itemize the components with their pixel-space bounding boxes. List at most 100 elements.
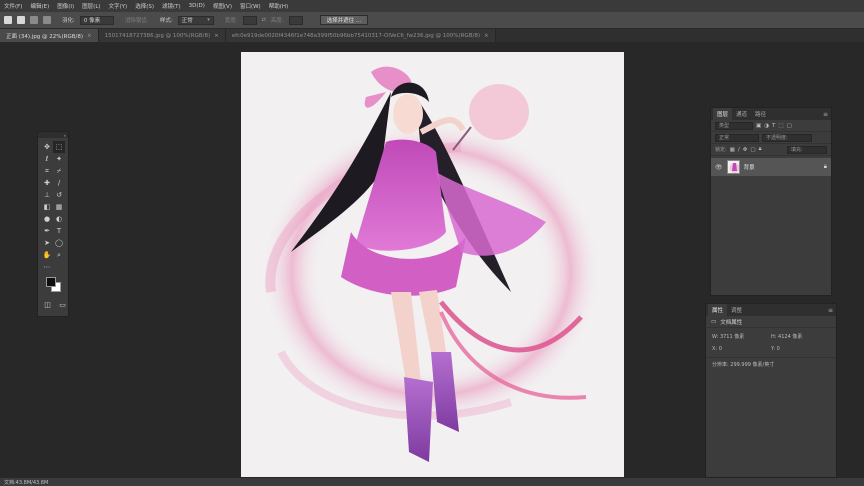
lock-all-icon[interactable]: 🔒︎ [759,146,762,153]
tools-panel: « ✥ ⬚ ℓ ✦ ⌗ ⌿ ✚ ∕ ⊥ ↺ ◧ ▦ ● ◐ ✒ T ➤ ◯ ✋ … [37,131,69,317]
hand-icon[interactable]: ✋ [41,249,53,261]
subtract-selection-icon[interactable] [30,16,38,24]
menu-view[interactable]: 视图(V) [213,2,232,10]
intersect-selection-icon[interactable] [43,16,51,24]
tab-channels[interactable]: 通道 [732,108,751,120]
blend-mode-select[interactable]: 正常 [715,133,759,142]
kind-filter-select[interactable]: 类型 [715,121,753,130]
document-canvas[interactable] [241,52,624,477]
swap-icon[interactable]: ⇄ [262,17,266,23]
chevron-down-icon: ▾ [207,17,210,23]
layer-row-background[interactable]: 👁︎ 背景 🔒︎ [711,158,831,176]
menu-filter[interactable]: 滤镜(T) [162,2,181,10]
shape-icon[interactable]: ◯ [53,237,65,249]
antialias-checkbox[interactable]: 消除锯齿 [125,16,147,24]
select-and-mask-button[interactable]: 选择并遮住 ... [319,15,369,25]
tab-properties[interactable]: 属性 [708,304,728,316]
brush-icon[interactable]: ∕ [53,177,65,189]
layer-filter-row: 类型 ▣ ◑ T ⬚ ▢ [711,120,831,132]
eraser-icon[interactable]: ◧ [41,201,53,213]
menu-help[interactable]: 帮助(H) [269,2,288,10]
x-label: X: [712,346,718,352]
feather-input[interactable]: 0 像素 [79,15,114,25]
tab-adjustments[interactable]: 调整 [727,304,746,316]
document-dimensions: W: 3711 像素 H: 4124 像素 X: 0 Y: 0 [706,328,836,357]
x-value[interactable]: 0 [719,346,722,352]
close-icon[interactable]: × [87,33,92,39]
filter-smart-icon[interactable]: ▢ [787,123,792,129]
blur-icon[interactable]: ● [41,213,53,225]
lock-paint-icon[interactable]: ∕ [738,147,740,153]
gradient-icon[interactable]: ▦ [53,201,65,213]
layers-panel-tabs: 图层 通道 路径 ≡ [711,108,831,120]
filter-type-icon[interactable]: T [772,123,775,129]
menu-type[interactable]: 文字(Y) [109,2,128,10]
menu-edit[interactable]: 编辑(E) [30,2,49,10]
style-value: 正常 [181,18,193,24]
artwork-illustration [261,66,601,462]
filter-adjust-icon[interactable]: ◑ [764,123,769,129]
menu-file[interactable]: 文件(F) [4,2,22,10]
quick-mask-icon[interactable]: ◫ [42,299,53,311]
lock-row: 锁定: ▦ ∕ ✥ ▢ 🔒︎ 填充: [711,144,831,156]
tab-doc-1[interactable]: 正面 (34).jpg @ 22%(RGB/8) × [0,29,99,42]
path-select-icon[interactable]: ➤ [41,237,53,249]
style-select[interactable]: 正常 ▾ [177,15,214,25]
magic-wand-icon[interactable]: ✦ [53,153,65,165]
height-input[interactable] [288,15,303,25]
marquee-icon[interactable]: ⬚ [53,141,65,153]
panel-menu-icon[interactable]: ≡ [823,111,828,118]
tab-paths[interactable]: 路径 [751,108,770,120]
h-value[interactable]: 4124 像素 [778,334,802,340]
crop-icon[interactable]: ⌗ [41,165,53,177]
more-tools-icon[interactable]: ⋯ [41,261,53,273]
add-selection-icon[interactable] [17,16,25,24]
feather-label: 羽化: [62,18,75,24]
close-icon[interactable]: × [484,33,489,39]
filter-shape-icon[interactable]: ⬚ [778,123,783,129]
lock-position-icon[interactable]: ✥ [743,147,748,153]
menu-layer[interactable]: 图层(L) [82,2,100,10]
status-bar: 文档:43.8M/43.8M [0,478,864,486]
eye-icon[interactable]: 👁︎ [715,164,723,171]
filter-pixel-icon[interactable]: ▣ [756,123,761,129]
screen-mode-icon[interactable]: ▭ [57,299,68,311]
thumbnail-image [729,163,739,173]
pen-icon[interactable]: ✒ [41,225,53,237]
resolution-readout: 分辨率: 299.999 像素/英寸 [706,357,836,371]
panel-menu-icon[interactable]: ≡ [828,307,833,314]
menu-image[interactable]: 图像(I) [57,2,74,10]
healing-brush-icon[interactable]: ✚ [41,177,53,189]
layer-name: 背景 [743,165,755,171]
move-icon[interactable]: ✥ [41,141,53,153]
eyedropper-icon[interactable]: ⌿ [53,165,65,177]
w-value[interactable]: 3711 像素 [720,334,744,340]
lasso-icon[interactable]: ℓ [41,153,53,165]
height-readout: H: 4124 像素 [771,333,830,340]
fill-field[interactable]: 填充: [787,145,827,154]
lock-pixels-icon[interactable]: ▦ [730,147,735,153]
properties-panel: 属性 调整 ≡ ▭ 文档属性 W: 3711 像素 H: 4124 像素 X: … [705,303,837,478]
tab-doc-3[interactable]: efc0e919de0020f4346f1e748a399f50b96bb754… [225,29,496,42]
zoom-icon[interactable]: ⌕ [53,249,65,261]
opacity-field[interactable]: 不透明度: [762,133,812,142]
layer-thumbnail [726,160,740,174]
width-input[interactable] [242,15,257,25]
dodge-icon[interactable]: ◐ [53,213,65,225]
menu-3d[interactable]: 3D(D) [189,3,205,9]
menu-select[interactable]: 选择(S) [135,2,154,10]
close-icon[interactable]: × [214,33,219,39]
tab-doc-2[interactable]: 150174187273​86.jpg @ 100%(RGB/8) × [98,29,226,42]
lock-artboard-icon[interactable]: ▢ [750,147,755,153]
properties-section-header: ▭ 文档属性 [706,316,836,328]
clone-stamp-icon[interactable]: ⊥ [41,189,53,201]
menu-window[interactable]: 窗口(W) [240,2,261,10]
foreground-color-swatch[interactable] [46,277,56,287]
new-selection-icon[interactable] [4,16,12,24]
tab-layers[interactable]: 图层 [713,108,733,120]
history-brush-icon[interactable]: ↺ [53,189,65,201]
y-value[interactable]: 0 [777,346,780,352]
type-icon[interactable]: T [53,225,65,237]
menu-bar: 文件(F) 编辑(E) 图像(I) 图层(L) 文字(Y) 选择(S) 滤镜(T… [0,0,864,12]
y-readout: Y: 0 [771,346,830,352]
